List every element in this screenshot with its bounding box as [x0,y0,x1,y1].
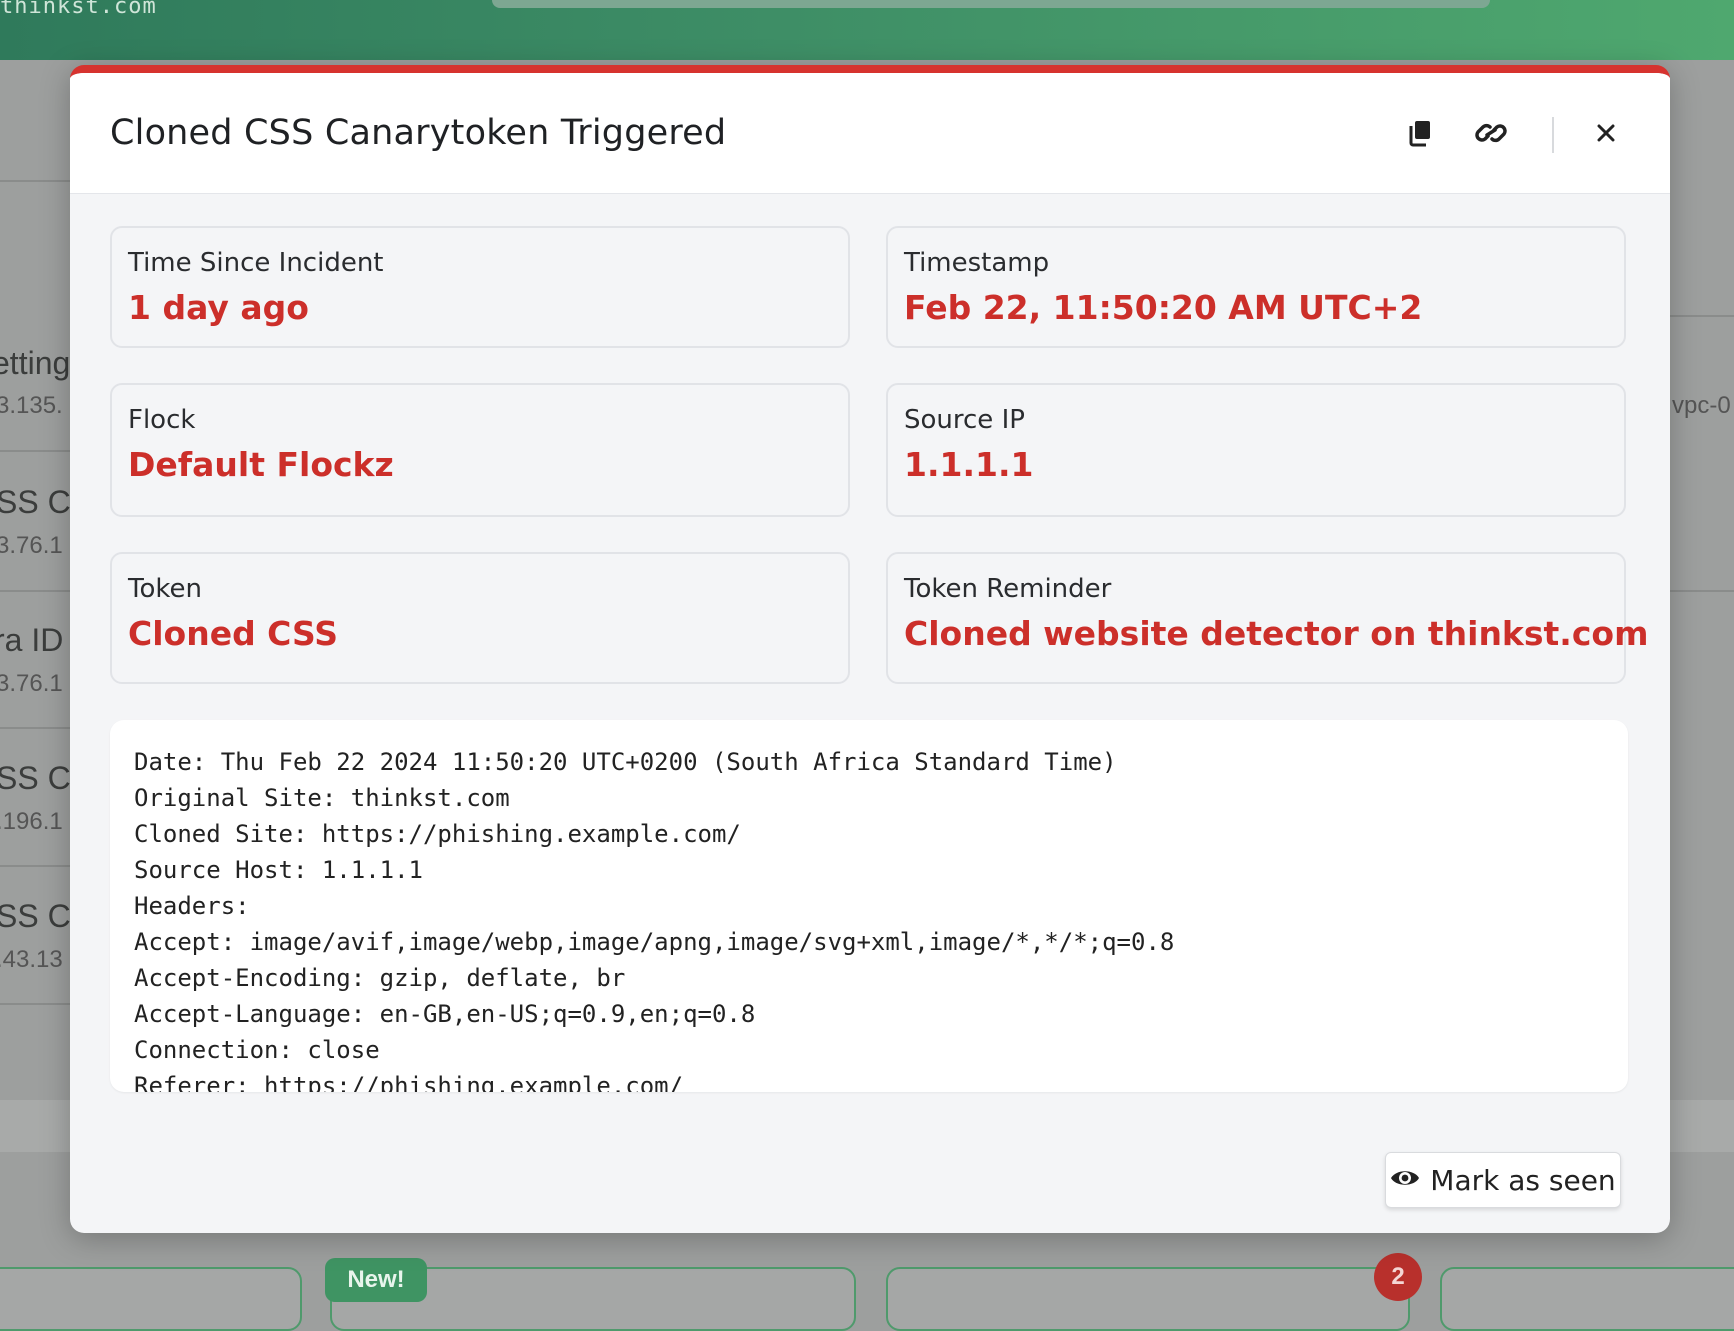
divider [1668,590,1734,592]
log-line: Date: Thu Feb 22 2024 11:50:20 UTC+0200 … [134,748,1117,776]
vpc-label: vpc-0 [1672,392,1731,419]
mark-as-seen-button[interactable]: Mark as seen [1385,1152,1621,1208]
list-item-sub: 3.76.1 [0,670,63,697]
divider [0,450,70,452]
log-line: Source Host: 1.1.1.1 [134,856,423,884]
new-badge: New! [325,1258,427,1302]
field-value: Default Flockz [128,445,394,484]
list-item-title: etting [0,345,71,381]
divider [0,180,70,182]
token-card: Token Cloned CSS [110,552,850,684]
field-label: Flock [128,405,196,435]
list-item-sub: .43.13 [0,946,63,973]
log-line: Cloned Site: https://phishing.example.co… [134,820,741,848]
field-value: Cloned CSS [128,614,339,653]
copy-button[interactable] [1396,111,1444,159]
divider [0,1003,70,1005]
link-icon [1475,119,1507,152]
eye-icon [1390,1167,1420,1194]
copy-icon [1407,119,1433,152]
field-value: 1 day ago [128,288,309,327]
field-label: Token [128,574,202,604]
divider [1668,315,1734,317]
source-ip-card: Source IP 1.1.1.1 [886,383,1626,517]
copy-link-button[interactable] [1467,111,1515,159]
divider [0,590,70,592]
mark-as-seen-label: Mark as seen [1430,1163,1616,1197]
close-icon [1596,123,1616,148]
list-item-sub: .196.1 [0,808,63,835]
log-line: Accept-Encoding: gzip, deflate, br [134,964,626,992]
divider [0,865,70,867]
field-label: Source IP [904,405,1025,435]
token-reminder-card: Token Reminder Cloned website detector o… [886,552,1648,684]
notification-count-badge: 2 [1374,1253,1422,1301]
close-button[interactable] [1582,111,1630,159]
list-item-sub: 3.76.1 [0,532,63,559]
modal-title: Cloned CSS Canarytoken Triggered [110,113,727,153]
field-value: Cloned website detector on thinkst.com [904,614,1649,653]
field-value: Feb 22, 11:50:20 AM UTC+2 [904,288,1423,327]
list-item-title: ra ID [0,622,64,658]
time-since-card: Time Since Incident 1 day ago [110,226,850,348]
flock-card: Flock Default Flockz [110,383,850,517]
log-line: Referer: https://phishing.example.com/ [134,1072,684,1092]
search-bar[interactable] [492,0,1490,8]
list-item-sub: 3.135. [0,392,63,419]
field-label: Timestamp [904,248,1050,278]
divider [0,727,70,729]
top-navbar: thinkst.com [0,0,1734,60]
bottom-card[interactable] [1440,1267,1734,1331]
domain-label: thinkst.com [0,0,157,19]
header-divider [1552,117,1554,153]
modal-header: Cloned CSS Canarytoken Triggered [70,73,1670,194]
field-value: 1.1.1.1 [904,445,1034,484]
bottom-card[interactable] [886,1267,1410,1331]
incident-modal: Cloned CSS Canarytoken Triggered Time Si… [70,65,1670,1233]
log-line: Connection: close [134,1036,380,1064]
log-line: Accept-Language: en-GB,en-US;q=0.9,en;q=… [134,1000,756,1028]
log-line: Original Site: thinkst.com [134,784,510,812]
log-content: Date: Thu Feb 22 2024 11:50:20 UTC+0200 … [110,744,1174,1092]
log-line: Accept: image/avif,image/webp,image/apng… [134,928,1175,956]
log-line: Headers: [134,892,250,920]
timestamp-card: Timestamp Feb 22, 11:50:20 AM UTC+2 [886,226,1626,348]
field-label: Time Since Incident [128,248,384,278]
field-label: Token Reminder [904,574,1112,604]
incident-details-log[interactable]: Date: Thu Feb 22 2024 11:50:20 UTC+0200 … [110,720,1628,1092]
bottom-card[interactable] [0,1267,302,1331]
